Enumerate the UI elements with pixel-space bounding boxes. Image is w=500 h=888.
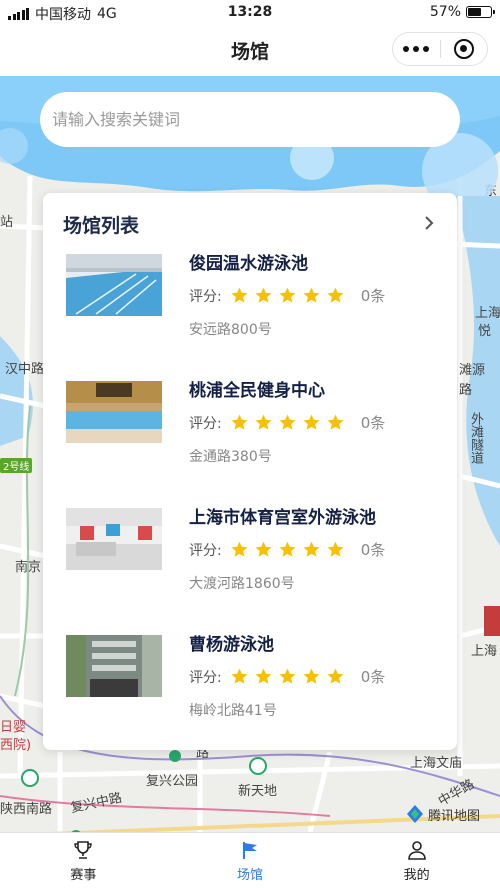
dot-icon (423, 46, 430, 52)
tencent-map-icon (407, 805, 423, 823)
venue-rating: 评分: 0条 (189, 285, 385, 306)
star-rating (230, 540, 345, 559)
star-rating (230, 667, 345, 686)
review-count: 0条 (360, 541, 386, 559)
star-icon (255, 287, 272, 303)
map-label: 新天地 (238, 784, 278, 799)
tab-label: 场馆 (237, 868, 264, 883)
map-label: 站 (0, 215, 14, 230)
star-icon (303, 541, 320, 557)
tab-bar: 赛事 场馆 我的 (0, 832, 500, 888)
star-icon (231, 668, 248, 684)
map-label: 汉中路 (5, 362, 45, 377)
star-icon (231, 414, 248, 430)
title-bar: 场馆 (0, 26, 500, 76)
battery-icon (466, 6, 495, 18)
more-button[interactable] (393, 33, 440, 65)
star-icon (255, 414, 272, 430)
star-rating (230, 413, 345, 432)
dot-icon (403, 46, 410, 52)
metro-line-label: 2号线 (0, 458, 33, 473)
star-icon (231, 541, 248, 557)
venue-photo (66, 381, 162, 443)
venue-rating: 评分: 0条 (189, 412, 385, 433)
venue-address: 安远路800号 (189, 322, 272, 338)
venue-rating: 评分: 0条 (189, 666, 385, 687)
venue-photo (66, 254, 162, 316)
venue-name: 桃浦全民健身中心 (189, 381, 325, 401)
star-icon (327, 287, 344, 303)
map-label: 悦 (478, 324, 492, 339)
star-icon (279, 414, 296, 430)
star-icon (303, 287, 320, 303)
venue-photo (66, 635, 162, 697)
star-icon (255, 541, 272, 557)
map-label: 上海文庙 (410, 756, 463, 771)
miniprogram-capsule (392, 32, 488, 66)
map-label: 南京 (15, 560, 42, 575)
star-icon (303, 668, 320, 684)
venue-item[interactable]: 曹杨游泳池 评分: 0条 梅岭北路41号 (66, 630, 446, 740)
star-icon (279, 668, 296, 684)
map-label: 日婴 (0, 720, 27, 735)
tab-events[interactable]: 赛事 (0, 833, 167, 888)
battery-percent: 57% (429, 4, 461, 20)
venue-list-card: 场馆列表 俊园温水游泳池 评分: 0条 安远路800号 桃浦全民健身中心 评分:… (43, 193, 457, 750)
map-label: 外滩隧道 (468, 412, 483, 464)
star-icon (303, 414, 320, 430)
venue-item[interactable]: 桃浦全民健身中心 评分: 0条 金通路380号 (66, 376, 446, 486)
rating-label: 评分: (189, 669, 222, 686)
tab-venues[interactable]: 场馆 (167, 833, 334, 888)
venue-address: 金通路380号 (189, 449, 272, 465)
venue-rating: 评分: 0条 (189, 539, 385, 560)
review-count: 0条 (360, 668, 386, 686)
map-label: 滩源 (459, 363, 486, 378)
map-label: 陕西南路 (0, 802, 53, 817)
star-icon (231, 287, 248, 303)
rating-label: 评分: (189, 415, 222, 432)
venue-name: 上海市体育宫室外游泳池 (189, 508, 376, 528)
star-icon (327, 414, 344, 430)
status-bar: 中国移动 4G 13:28 57% (0, 0, 500, 26)
flag-icon (238, 838, 262, 862)
rating-label: 评分: (189, 542, 222, 559)
review-count: 0条 (360, 287, 386, 305)
star-icon (327, 541, 344, 557)
venue-item[interactable]: 俊园温水游泳池 评分: 0条 安远路800号 (66, 249, 446, 359)
venue-name: 俊园温水游泳池 (189, 254, 308, 274)
star-icon (255, 668, 272, 684)
venue-item[interactable]: 上海市体育宫室外游泳池 评分: 0条 大渡河路1860号 (66, 503, 446, 613)
star-rating (230, 286, 345, 305)
map-label: 复兴公园 (146, 774, 199, 789)
map-provider-logo: 腾讯地图 (406, 804, 480, 824)
review-count: 0条 (360, 414, 386, 432)
venue-name: 曹杨游泳池 (189, 635, 274, 655)
tab-mine[interactable]: 我的 (333, 833, 500, 888)
venue-address: 大渡河路1860号 (189, 576, 295, 592)
map-label: 上海 (471, 644, 498, 659)
venue-photo (66, 508, 162, 570)
venue-address: 梅岭北路41号 (189, 703, 277, 719)
star-icon (279, 541, 296, 557)
search-bar[interactable] (40, 92, 460, 147)
tab-label: 我的 (403, 868, 430, 883)
user-icon (405, 838, 429, 862)
close-button[interactable] (441, 33, 488, 65)
tab-label: 赛事 (70, 868, 97, 883)
star-icon (279, 287, 296, 303)
status-time: 13:28 (227, 4, 273, 20)
map-provider-name: 腾讯地图 (428, 808, 481, 824)
chevron-right-icon[interactable] (421, 213, 437, 233)
map-label: 西院) (0, 738, 32, 753)
trophy-icon (71, 838, 95, 862)
star-icon (327, 668, 344, 684)
search-input[interactable] (52, 110, 460, 129)
venue-list-title: 场馆列表 (63, 215, 140, 237)
map-label: 路 (459, 383, 473, 398)
target-icon (453, 39, 474, 59)
map-label: 上海 (475, 306, 500, 321)
dot-icon (413, 46, 420, 52)
rating-label: 评分: (189, 288, 222, 305)
